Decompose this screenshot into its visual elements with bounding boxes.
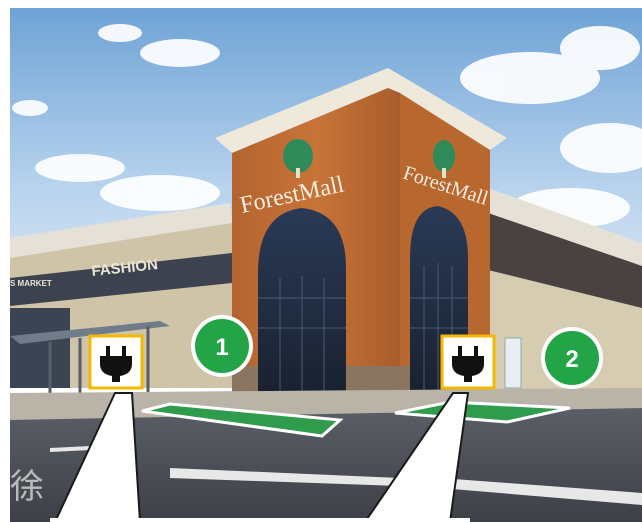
charger-icon-right: [440, 334, 496, 390]
photo-frame: FASHION S MARKET ForestMall ForestMall 徐…: [10, 8, 642, 522]
road-text-marking: 徐: [10, 467, 44, 507]
marker-2-label: 2: [565, 346, 578, 373]
charger-icon-left: [88, 334, 144, 390]
callout-pointer-mask: [50, 518, 470, 522]
vending-machine: [504, 337, 522, 389]
marker-2: 2: [541, 327, 603, 389]
marker-1-label: 1: [215, 334, 228, 361]
left-glass: [10, 308, 70, 388]
storefront-photo: FASHION S MARKET ForestMall ForestMall 徐…: [10, 8, 642, 522]
marker-1: 1: [191, 315, 253, 377]
left-store-sign: S MARKET: [10, 279, 52, 288]
